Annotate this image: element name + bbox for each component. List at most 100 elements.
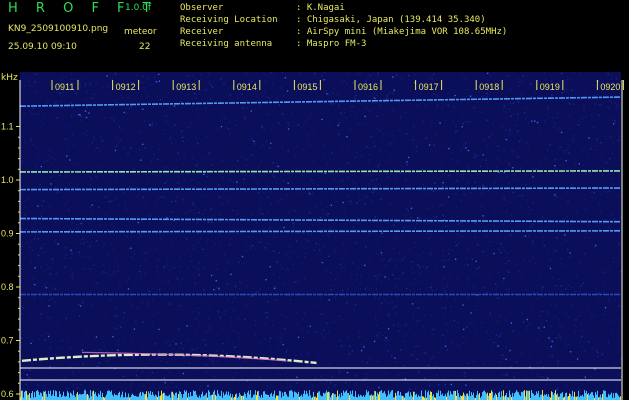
noise-speck (291, 113, 293, 115)
level-bar (362, 396, 363, 400)
noise-speck (501, 332, 503, 335)
noise-speck (620, 270, 622, 273)
noise-speck (499, 333, 501, 336)
level-bar (603, 390, 604, 400)
noise-speck (288, 124, 290, 127)
noise-speck (251, 154, 253, 156)
noise-speck (140, 159, 142, 161)
noise-speck (548, 337, 550, 339)
noise-speck (296, 240, 298, 242)
noise-speck (586, 153, 588, 155)
level-bar (60, 394, 61, 400)
level-bar (441, 394, 442, 400)
noise-speck (234, 296, 236, 299)
level-bar (199, 395, 200, 400)
level-bar (602, 393, 603, 400)
noise-speck (153, 77, 155, 79)
noise-speck (426, 232, 429, 234)
level-bar (353, 396, 354, 400)
noise-speck (226, 337, 229, 339)
noise-speck (575, 92, 577, 94)
noise-speck (334, 236, 336, 238)
noise-speck (262, 217, 264, 219)
noise-speck (84, 110, 87, 112)
noise-speck (351, 262, 354, 264)
noise-speck (201, 158, 203, 161)
noise-speck (321, 118, 323, 121)
noise-speck (71, 252, 73, 254)
noise-speck (37, 261, 39, 263)
noise-speck (379, 150, 381, 152)
noise-speck (468, 121, 470, 123)
level-bar (253, 394, 254, 400)
noise-speck (522, 236, 525, 238)
noise-speck (456, 244, 458, 246)
noise-speck (64, 138, 67, 140)
noise-speck (146, 303, 148, 306)
noise-speck (60, 347, 63, 349)
noise-speck (517, 225, 519, 227)
level-bar (256, 395, 257, 400)
noise-speck (128, 278, 130, 280)
noise-speck (346, 372, 349, 374)
noise-speck (140, 265, 142, 267)
noise-speck (263, 73, 265, 75)
noise-speck (407, 383, 409, 385)
noise-speck (392, 91, 394, 93)
noise-speck (126, 236, 128, 238)
noise-speck (70, 115, 72, 117)
noise-speck (541, 311, 544, 313)
noise-speck (428, 252, 430, 254)
level-bar (520, 396, 521, 400)
noise-speck (541, 289, 543, 291)
noise-speck (345, 83, 348, 85)
noise-speck (532, 169, 534, 171)
noise-speck (95, 240, 98, 242)
noise-speck (307, 239, 309, 241)
noise-speck (416, 223, 418, 225)
noise-speck (244, 318, 246, 321)
noise-speck (353, 309, 355, 311)
noise-speck (217, 311, 220, 313)
noise-speck (528, 235, 530, 237)
noise-speck (101, 140, 104, 142)
noise-speck (381, 334, 383, 336)
noise-speck (467, 281, 469, 284)
noise-speck (165, 387, 167, 389)
noise-speck (425, 137, 427, 139)
noise-speck (426, 266, 428, 268)
noise-speck (402, 272, 404, 274)
noise-speck (571, 286, 573, 288)
level-bar (495, 393, 496, 400)
noise-speck (405, 334, 407, 336)
noise-speck (537, 375, 539, 378)
noise-speck (145, 202, 147, 204)
noise-speck (565, 160, 567, 162)
noise-speck (93, 138, 95, 141)
noise-speck (382, 236, 384, 238)
noise-speck (90, 271, 92, 273)
noise-speck (419, 319, 421, 321)
level-bar (479, 393, 480, 400)
noise-speck (391, 134, 393, 136)
noise-speck (377, 72, 379, 74)
noise-speck (496, 292, 498, 294)
noise-speck (287, 256, 289, 258)
noise-speck (434, 328, 437, 330)
noise-speck (541, 236, 544, 238)
noise-speck (140, 273, 142, 276)
level-bar (410, 392, 411, 400)
level-bar (90, 390, 91, 400)
noise-speck (392, 93, 394, 95)
noise-speck (238, 318, 240, 320)
noise-speck (20, 80, 22, 82)
observer-label: Observer (180, 3, 224, 13)
noise-speck (198, 211, 200, 214)
noise-speck (33, 346, 35, 348)
noise-speck (584, 376, 586, 378)
noise-speck (45, 287, 48, 289)
level-bar (382, 393, 383, 400)
noise-speck (451, 249, 453, 252)
noise-speck (466, 326, 468, 328)
noise-speck (341, 318, 343, 321)
